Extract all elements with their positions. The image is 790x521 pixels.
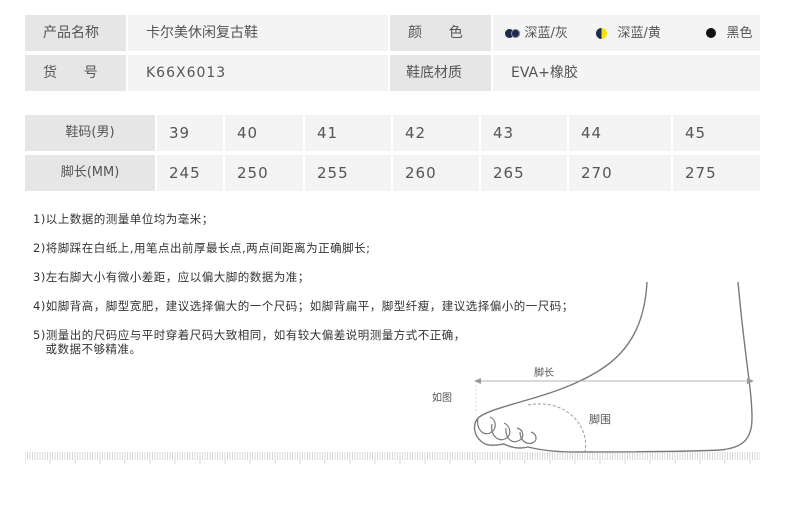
arrow-left-icon (474, 378, 481, 384)
girth-arc-icon (527, 403, 587, 453)
foot-length-label: 脚长 (534, 368, 554, 379)
ruler-icon (25, 452, 760, 464)
foot-diagram (473, 281, 754, 453)
foot-outline-icon (473, 281, 753, 453)
girth-label: 脚围 (589, 413, 611, 426)
arrow-right-icon (747, 378, 754, 384)
as-shown-label: 如图 (432, 393, 452, 404)
